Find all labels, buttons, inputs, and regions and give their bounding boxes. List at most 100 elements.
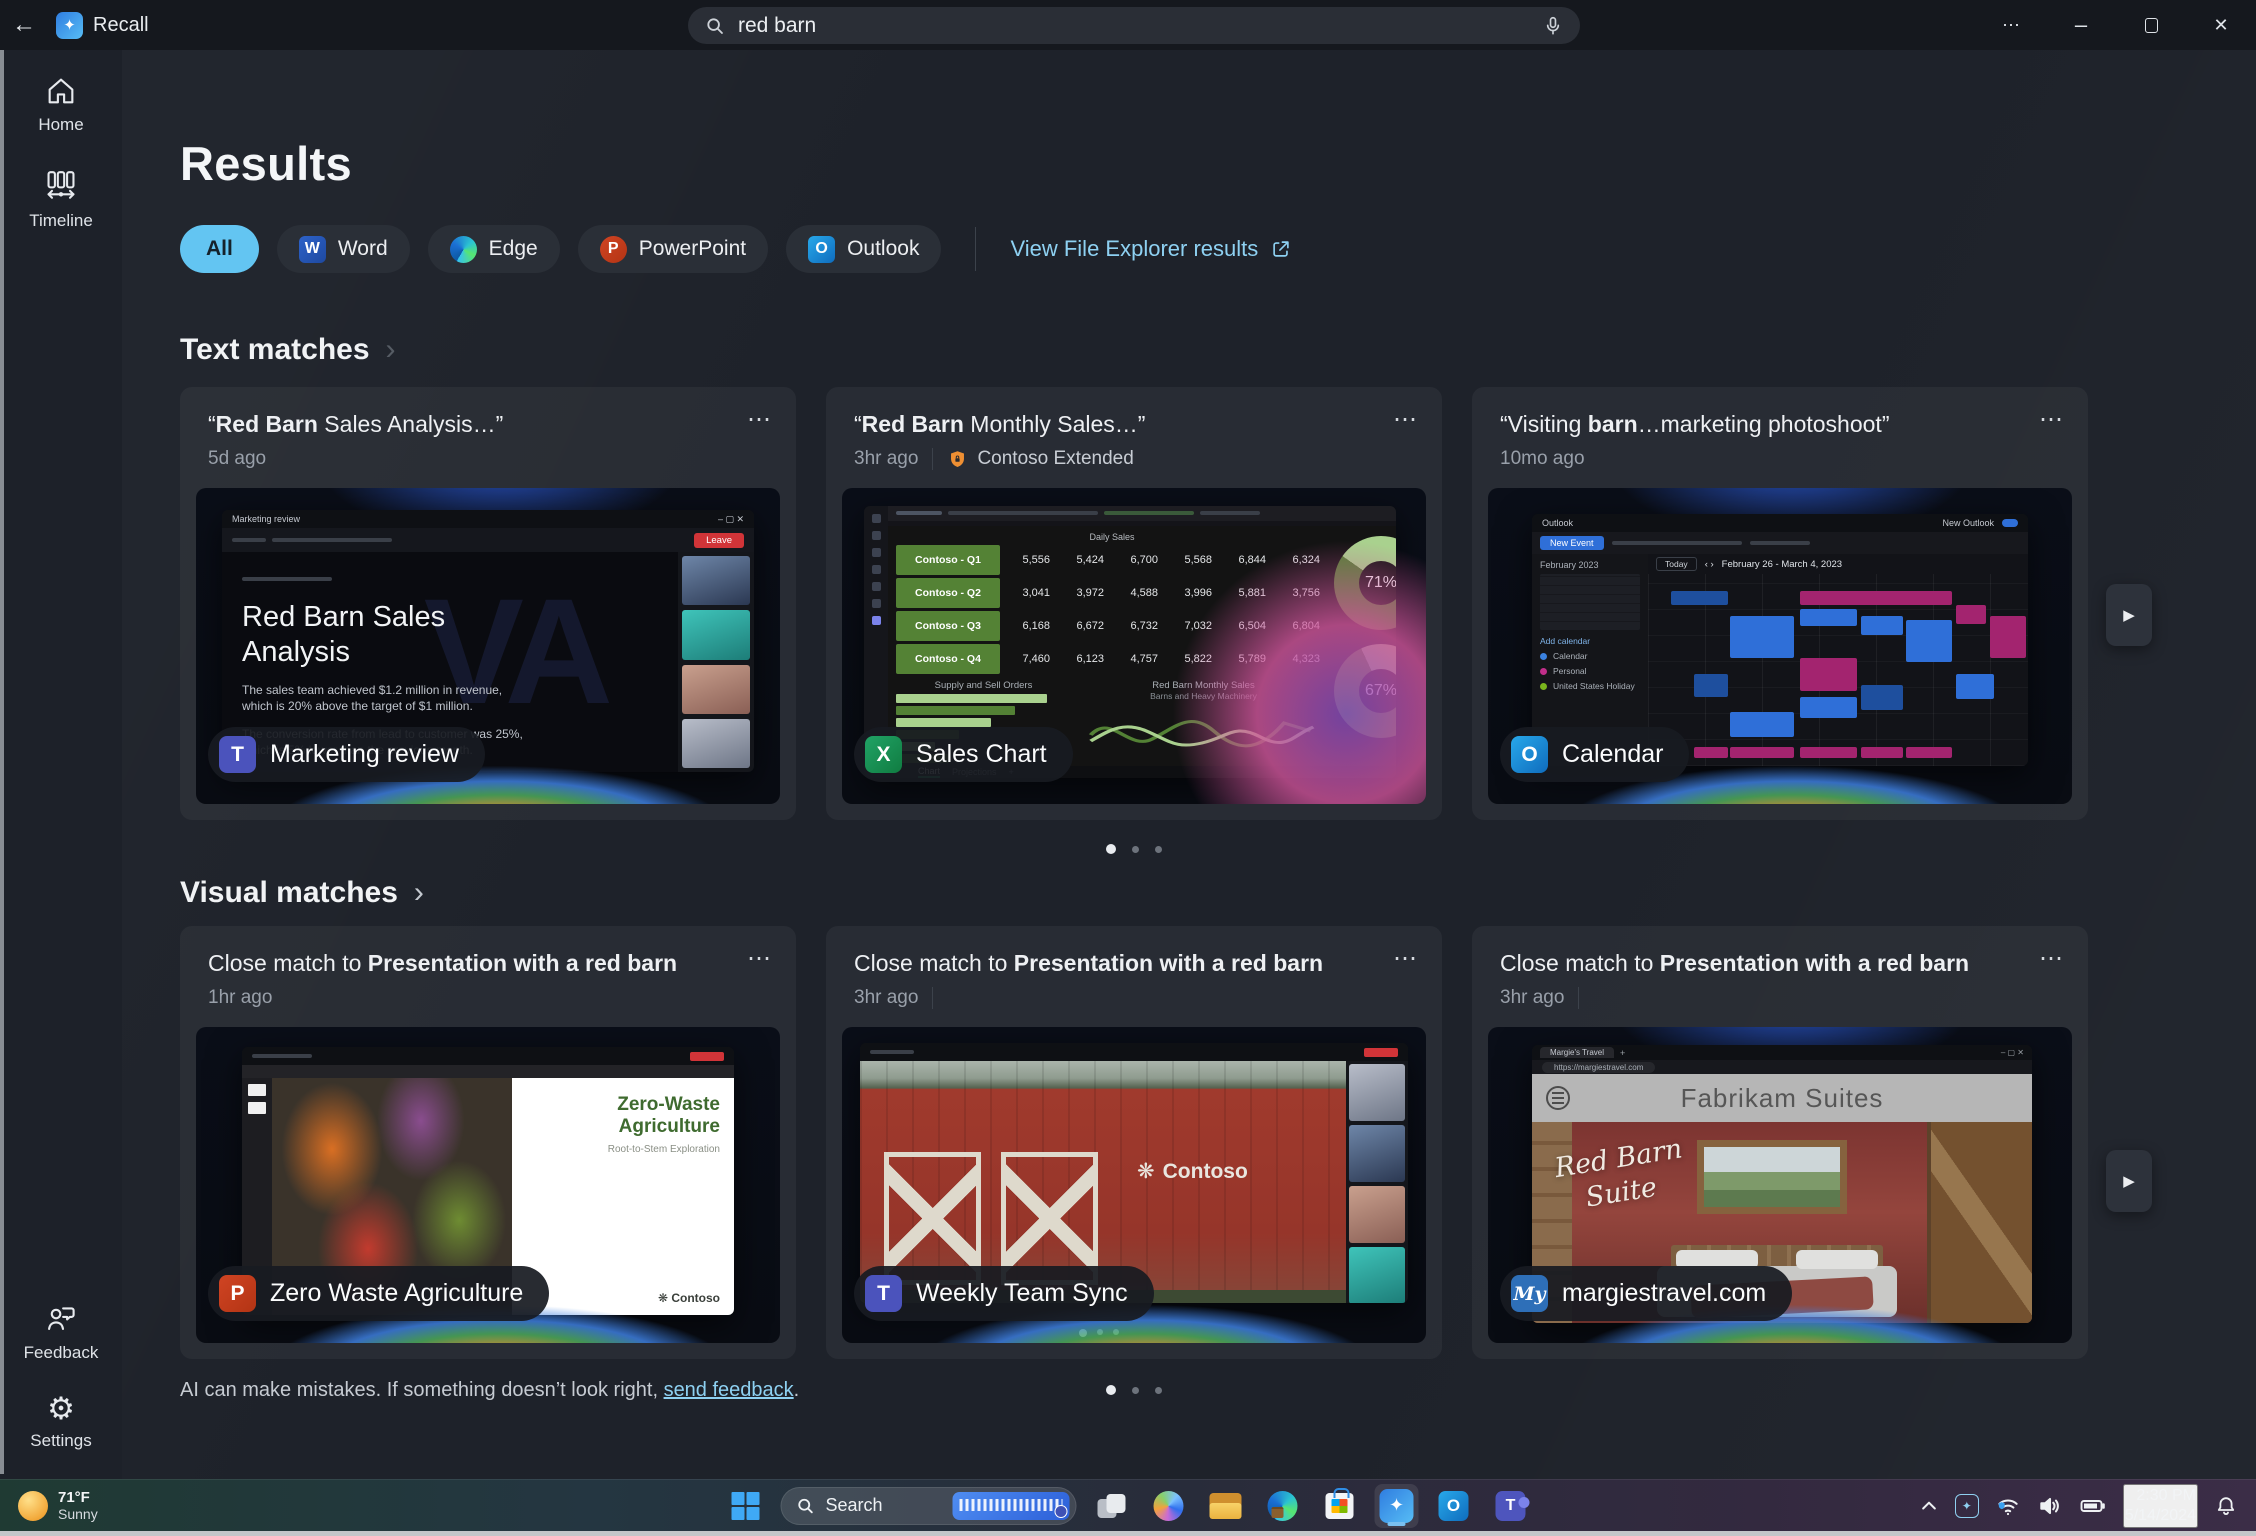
participant-tile — [1349, 1186, 1405, 1243]
page-dot[interactable] — [1155, 1387, 1162, 1394]
clock-widget[interactable]: 2:30 PM 5/14/2024 — [2123, 1484, 2198, 1528]
page-dot[interactable] — [1106, 1385, 1116, 1395]
search-input[interactable] — [738, 14, 1542, 38]
back-button[interactable]: ← — [0, 0, 48, 50]
filter-word[interactable]: W Word — [277, 225, 410, 273]
notification-bell-button[interactable] — [2214, 1494, 2238, 1518]
main-content: Results All W Word Edge P PowerPoint O O… — [122, 50, 2256, 1479]
meta-divider — [1578, 987, 1579, 1009]
network-button[interactable] — [1995, 1493, 2021, 1519]
file-explorer-button[interactable] — [1204, 1484, 1248, 1528]
microphone-icon[interactable] — [1542, 15, 1564, 37]
more-options-button[interactable]: ⋯ — [1393, 944, 1420, 973]
battery-button[interactable] — [2079, 1493, 2107, 1519]
result-card-calendar[interactable]: “Visiting barn…marketing photoshoot” ⋯ 1… — [1472, 387, 2088, 820]
screenshot-thumbnail[interactable]: – ▢ ✕ Daily Sales Contoso - Q1 5,55 — [842, 488, 1426, 804]
visual-matches-heading[interactable]: Visual matches › — [180, 876, 2256, 910]
contoso-logo: ❋ Contoso — [1137, 1159, 1248, 1184]
task-view-button[interactable] — [1090, 1484, 1134, 1528]
filter-edge[interactable]: Edge — [428, 225, 560, 273]
volume-button[interactable] — [2037, 1493, 2063, 1519]
site-header: Fabrikam Suites — [1532, 1074, 2032, 1122]
left-scrollbar[interactable] — [0, 50, 4, 1474]
bell-icon — [2214, 1494, 2238, 1518]
excel-ribbon — [888, 506, 1396, 521]
folder-icon — [1210, 1493, 1242, 1519]
contoso-logo: ❋ Contoso — [658, 1291, 720, 1305]
tray-overflow-button[interactable] — [1919, 1496, 1939, 1516]
page-dot[interactable] — [1106, 844, 1116, 854]
start-button[interactable] — [724, 1484, 768, 1528]
copilot-button[interactable] — [1147, 1484, 1191, 1528]
filter-powerpoint[interactable]: P PowerPoint — [578, 225, 768, 273]
sidebar-item-settings[interactable]: ⚙ Settings — [0, 1394, 122, 1451]
visual-card-margiestravel[interactable]: Close match to Presentation with a red b… — [1472, 926, 2088, 1359]
suite-overlay-text: Red Barn Suite — [1553, 1132, 1690, 1219]
text-matches-heading[interactable]: Text matches › — [180, 333, 2256, 367]
file-explorer-link[interactable]: View File Explorer results — [1010, 236, 1292, 262]
teams-button[interactable]: T — [1489, 1484, 1533, 1528]
recall-search-bar[interactable] — [688, 7, 1580, 44]
maximize-button[interactable] — [2116, 0, 2186, 50]
filter-outlook[interactable]: O Outlook — [786, 225, 941, 273]
recall-outline-icon: ✦ — [1955, 1494, 1979, 1518]
visual-matches-row: Close match to Presentation with a red b… — [180, 926, 2088, 1359]
taskbar-search[interactable]: Search — [781, 1487, 1077, 1525]
framed-painting — [1697, 1140, 1847, 1214]
source-badge: T Marketing review — [208, 727, 485, 782]
result-title: “Visiting barn…marketing photoshoot” — [1500, 411, 2060, 438]
table-row: Contoso - Q3 6,1686,6726,7327,0326,5046,… — [896, 611, 1328, 641]
result-card-sales-chart[interactable]: “Red Barn Monthly Sales…” ⋯ 3hr ago Cont… — [826, 387, 1442, 820]
source-badge: O Calendar — [1500, 727, 1689, 782]
page-dot[interactable] — [1155, 846, 1162, 853]
page-dot[interactable] — [1132, 846, 1139, 853]
result-time: 3hr ago — [854, 448, 918, 470]
edge-button[interactable] — [1261, 1484, 1305, 1528]
screenshot-thumbnail[interactable]: ❋ Contoso T Weekl — [842, 1027, 1426, 1343]
visual-card-weekly-team-sync[interactable]: Close match to Presentation with a red b… — [826, 926, 1442, 1359]
close-button[interactable]: ✕ — [2186, 0, 2256, 50]
titlebar-more-button[interactable]: ⋯ — [1976, 0, 2046, 50]
recall-app-icon: ✦ — [56, 12, 83, 39]
thumbnail-pagination[interactable] — [842, 1329, 1356, 1337]
gear-icon: ⚙ — [47, 1394, 75, 1424]
screenshot-thumbnail[interactable]: Zero-Waste Agriculture Root-to-Stem Expl… — [196, 1027, 780, 1343]
timeline-icon — [43, 168, 79, 204]
recall-button[interactable]: ✦ — [1375, 1484, 1419, 1528]
table-title: Daily Sales — [896, 532, 1328, 542]
screenshot-thumbnail[interactable]: Marketing review– ▢ ✕ Leave VA Red Barn … — [196, 488, 780, 804]
filter-all[interactable]: All — [180, 225, 259, 273]
visual-matches-pagination — [1106, 1385, 1162, 1395]
more-options-button[interactable]: ⋯ — [2039, 944, 2066, 973]
more-options-button[interactable]: ⋯ — [2039, 405, 2066, 434]
text-matches-next-arrow[interactable]: ▶ — [2106, 584, 2152, 646]
minimize-button[interactable]: – — [2046, 0, 2116, 50]
week-grid — [1648, 574, 2028, 766]
page-dot[interactable] — [1132, 1387, 1139, 1394]
microsoft-store-button[interactable] — [1318, 1484, 1362, 1528]
weather-widget[interactable]: 71°F Sunny — [18, 1489, 98, 1522]
screenshot-thumbnail[interactable]: OutlookNew Outlook New Event February 20… — [1488, 488, 2072, 804]
visual-card-zero-waste[interactable]: Close match to Presentation with a red b… — [180, 926, 796, 1359]
result-title: “Red Barn Monthly Sales…” — [854, 411, 1414, 438]
teams-icon: T — [1496, 1491, 1526, 1521]
search-icon — [704, 15, 726, 37]
result-card-marketing-review[interactable]: “Red Barn Sales Analysis…” ⋯ 5d ago Mark… — [180, 387, 796, 820]
powerpoint-icon: P — [600, 236, 627, 263]
sidebar-item-feedback[interactable]: Feedback — [0, 1302, 122, 1363]
participant-tile — [1349, 1064, 1405, 1121]
powerpoint-icon: P — [219, 1275, 256, 1312]
visual-matches-next-arrow[interactable]: ▶ — [2106, 1150, 2152, 1212]
more-options-button[interactable]: ⋯ — [747, 944, 774, 973]
screenshot-thumbnail[interactable]: Margie's Travel+ – ▢ ✕ https://margiestr… — [1488, 1027, 2072, 1343]
result-time: 5d ago — [208, 448, 266, 470]
sidebar-item-home[interactable]: Home — [0, 74, 122, 135]
recall-tray-button[interactable]: ✦ — [1955, 1494, 1979, 1518]
text-matches-pagination — [1106, 844, 1162, 854]
more-options-button[interactable]: ⋯ — [747, 405, 774, 434]
send-feedback-link[interactable]: send feedback — [664, 1379, 794, 1401]
outlook-button[interactable]: O — [1432, 1484, 1476, 1528]
source-badge: P Zero Waste Agriculture — [208, 1266, 549, 1321]
sidebar-item-timeline[interactable]: Timeline — [0, 168, 122, 231]
more-options-button[interactable]: ⋯ — [1393, 405, 1420, 434]
